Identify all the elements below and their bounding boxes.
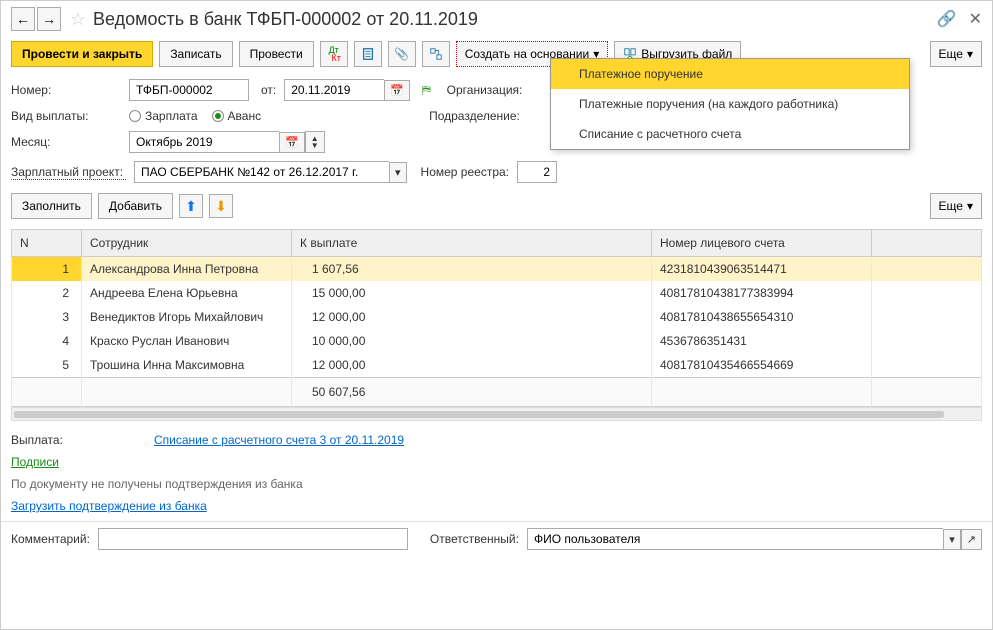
window-title: Ведомость в банк ТФБП-000002 от 20.11.20… — [93, 9, 937, 30]
table-row[interactable]: 4 Краско Руслан Иванович 10 000,00 45367… — [12, 329, 982, 353]
add-button[interactable]: Добавить — [98, 193, 173, 219]
chevron-down-icon: ▾ — [967, 47, 973, 61]
responsible-input[interactable] — [527, 528, 943, 550]
document-icon[interactable] — [354, 41, 382, 67]
post-and-close-button[interactable]: Провести и закрыть — [11, 41, 153, 67]
project-label: Зарплатный проект: — [11, 165, 126, 180]
cell-n: 4 — [12, 329, 82, 353]
cell-n: 3 — [12, 305, 82, 329]
col-n[interactable]: N — [12, 230, 82, 257]
table-row[interactable]: 1 Александрова Инна Петровна 1 607,56 42… — [12, 257, 982, 282]
cell-employee: Венедиктов Игорь Михайлович — [82, 305, 292, 329]
number-input[interactable] — [129, 79, 249, 101]
cell-amount: 10 000,00 — [292, 329, 652, 353]
table-more-button[interactable]: Еще▾ — [930, 193, 982, 219]
col-extra[interactable] — [872, 230, 982, 257]
menu-item-payment-orders-each[interactable]: Платежные поручения (на каждого работник… — [551, 89, 909, 119]
status-icon: ⛿ — [422, 83, 431, 98]
related-icon[interactable] — [422, 41, 450, 67]
cell-employee: Александрова Инна Петровна — [82, 257, 292, 282]
cell-amount: 12 000,00 — [292, 353, 652, 378]
paytype-label: Вид выплаты: — [11, 109, 121, 123]
radio-advance[interactable]: Аванс — [212, 109, 262, 123]
cell-account: 40817810438177383994 — [652, 281, 872, 305]
date-label: от: — [261, 83, 276, 97]
cell-n: 2 — [12, 281, 82, 305]
total-amount: 50 607,56 — [292, 378, 652, 407]
menu-item-writeoff[interactable]: Списание с расчетного счета — [551, 119, 909, 149]
load-confirmation-link[interactable]: Загрузить подтверждение из банка — [11, 499, 207, 513]
table-row[interactable]: 3 Венедиктов Игорь Михайлович 12 000,00 … — [12, 305, 982, 329]
cell-amount: 12 000,00 — [292, 305, 652, 329]
registry-label: Номер реестра: — [421, 165, 509, 179]
close-icon[interactable]: ✕ — [969, 9, 982, 29]
org-label: Организация: — [447, 83, 523, 97]
move-up-button[interactable]: ⬆ — [179, 194, 203, 218]
chevron-down-icon[interactable]: ▾ — [389, 162, 407, 183]
create-based-on-menu: Платежное поручение Платежные поручения … — [550, 58, 910, 150]
cell-employee: Андреева Елена Юрьевна — [82, 281, 292, 305]
employees-table: N Сотрудник К выплате Номер лицевого сче… — [11, 229, 982, 407]
fill-button[interactable]: Заполнить — [11, 193, 92, 219]
nav-back-button[interactable]: ← — [11, 7, 35, 31]
col-account[interactable]: Номер лицевого счета — [652, 230, 872, 257]
col-employee[interactable]: Сотрудник — [82, 230, 292, 257]
nav-forward-button[interactable]: → — [37, 7, 61, 31]
favorite-star-icon[interactable]: ☆ — [67, 8, 89, 30]
attachment-icon[interactable]: 📎 — [388, 41, 416, 67]
cell-n: 1 — [12, 257, 82, 282]
chevron-down-icon[interactable]: ▾ — [943, 529, 961, 550]
cell-n: 5 — [12, 353, 82, 378]
cell-account: 4536786351431 — [652, 329, 872, 353]
comment-label: Комментарий: — [11, 532, 90, 546]
table-row[interactable]: 2 Андреева Елена Юрьевна 15 000,00 40817… — [12, 281, 982, 305]
col-amount[interactable]: К выплате — [292, 230, 652, 257]
horizontal-scrollbar[interactable] — [11, 407, 982, 421]
link-icon[interactable]: 🔗 — [937, 9, 957, 29]
responsible-label: Ответственный: — [430, 532, 519, 546]
number-label: Номер: — [11, 83, 121, 97]
payment-label: Выплата: — [11, 433, 146, 447]
menu-item-payment-order[interactable]: Платежное поручение — [551, 59, 909, 89]
cell-amount: 15 000,00 — [292, 281, 652, 305]
date-input[interactable] — [284, 79, 384, 101]
calendar-icon[interactable]: 📅 — [384, 80, 410, 101]
chevron-down-icon: ▾ — [967, 199, 973, 213]
month-input[interactable] — [129, 131, 279, 153]
cell-account: 40817810438655654310 — [652, 305, 872, 329]
calendar-icon[interactable]: 📅 — [279, 132, 305, 153]
month-label: Месяц: — [11, 135, 121, 149]
cell-account: 4231810439063514471 — [652, 257, 872, 282]
radio-salary[interactable]: Зарплата — [129, 109, 198, 123]
registry-input[interactable] — [517, 161, 557, 183]
open-icon[interactable]: ↗ — [961, 529, 982, 550]
cell-employee: Трошина Инна Максимовна — [82, 353, 292, 378]
move-down-button[interactable]: ⬇ — [209, 194, 233, 218]
table-row[interactable]: 5 Трошина Инна Максимовна 12 000,00 4081… — [12, 353, 982, 378]
dtkt-icon[interactable]: Дт Кт — [320, 41, 348, 67]
no-confirmation-text: По документу не получены подтверждения и… — [11, 477, 303, 491]
dept-label: Подразделение: — [429, 109, 520, 123]
more-button[interactable]: Еще▾ — [930, 41, 982, 67]
signs-link[interactable]: Подписи — [11, 455, 59, 469]
payment-link[interactable]: Списание с расчетного счета 3 от 20.11.2… — [154, 433, 404, 447]
cell-employee: Краско Руслан Иванович — [82, 329, 292, 353]
spinner-icon[interactable]: ▲▼ — [305, 131, 325, 153]
post-button[interactable]: Провести — [239, 41, 314, 67]
project-input[interactable] — [134, 161, 389, 183]
save-button[interactable]: Записать — [159, 41, 232, 67]
comment-input[interactable] — [98, 528, 408, 550]
cell-account: 40817810435466554669 — [652, 353, 872, 378]
cell-amount: 1 607,56 — [292, 257, 652, 282]
